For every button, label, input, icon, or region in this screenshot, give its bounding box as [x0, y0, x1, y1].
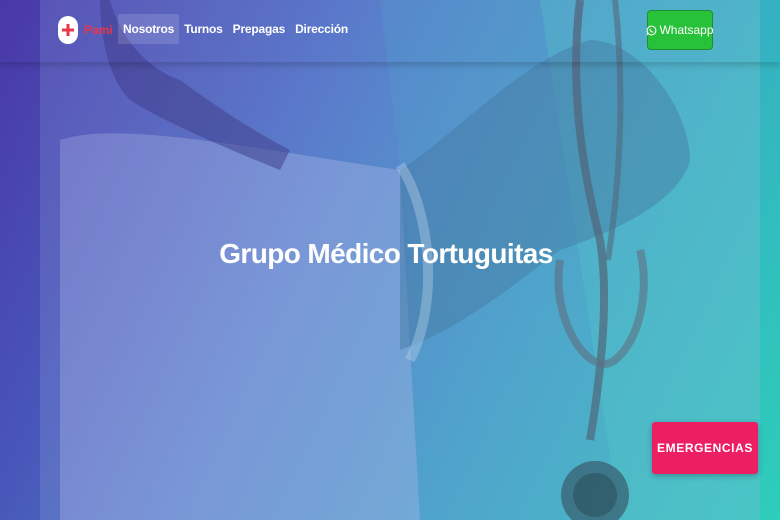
emergency-button[interactable]: EMERGENCIAS — [652, 422, 758, 474]
hero-section: Pami Nosotros Turnos Prepagas Dirección … — [0, 0, 780, 520]
whatsapp-button[interactable]: Whatsapp — [646, 10, 714, 50]
red-cross-icon — [58, 16, 78, 44]
nav-link-direccion[interactable]: Dirección — [290, 14, 353, 44]
nav-link-prepagas[interactable]: Prepagas — [228, 14, 290, 44]
whatsapp-icon — [646, 25, 657, 36]
brand-logo[interactable]: Pami — [58, 16, 113, 44]
whatsapp-label: Whatsapp — [659, 23, 714, 37]
nav-links: Nosotros Turnos Prepagas Dirección — [118, 14, 353, 44]
nav-link-turnos[interactable]: Turnos — [179, 14, 228, 44]
emergency-label: EMERGENCIAS — [657, 441, 753, 455]
nav-link-nosotros[interactable]: Nosotros — [118, 14, 180, 44]
brand-label: Pami — [84, 23, 113, 37]
top-navbar: Pami Nosotros Turnos Prepagas Dirección … — [0, 0, 780, 63]
hero-title: Grupo Médico Tortuguitas — [219, 238, 553, 269]
